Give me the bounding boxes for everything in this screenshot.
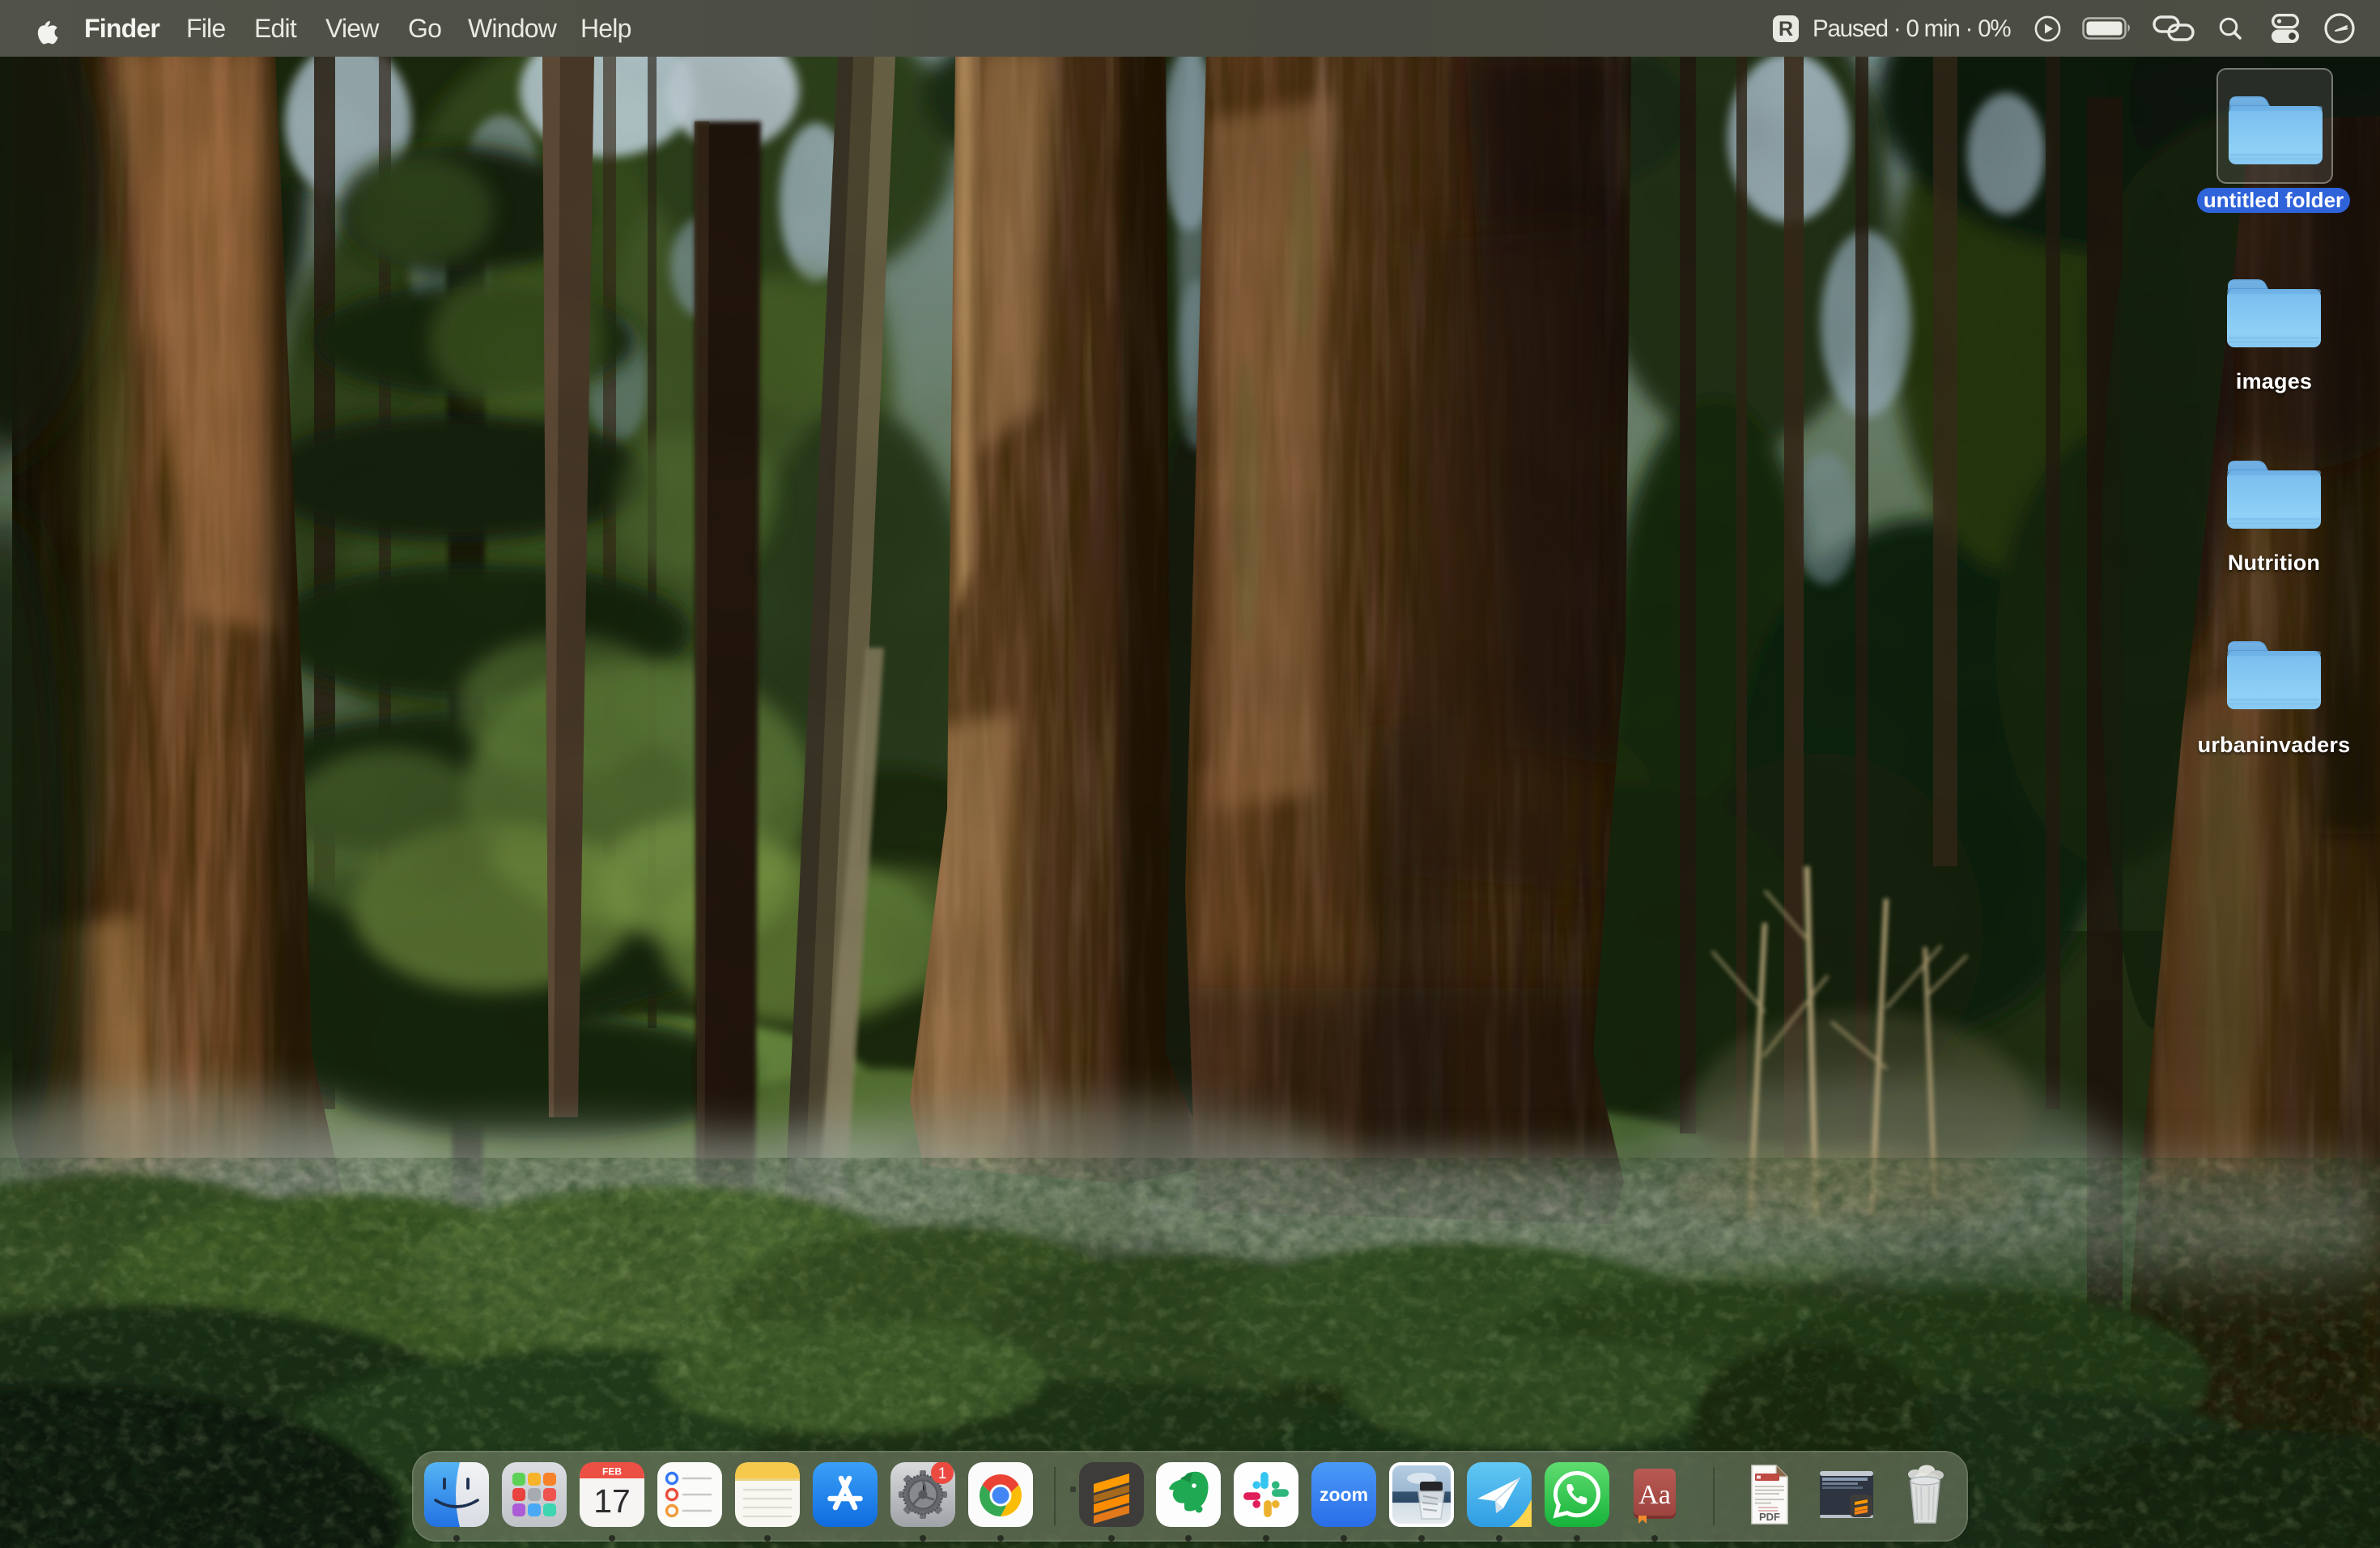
svg-text:1: 1 [938, 1465, 947, 1482]
svg-text:Aa: Aa [1638, 1480, 1671, 1510]
svg-text:PDF: PDF [1759, 1511, 1780, 1523]
svg-text:17: 17 [593, 1482, 631, 1520]
svg-text:zoom: zoom [1320, 1484, 1368, 1505]
svg-text:FEB: FEB [602, 1466, 622, 1478]
